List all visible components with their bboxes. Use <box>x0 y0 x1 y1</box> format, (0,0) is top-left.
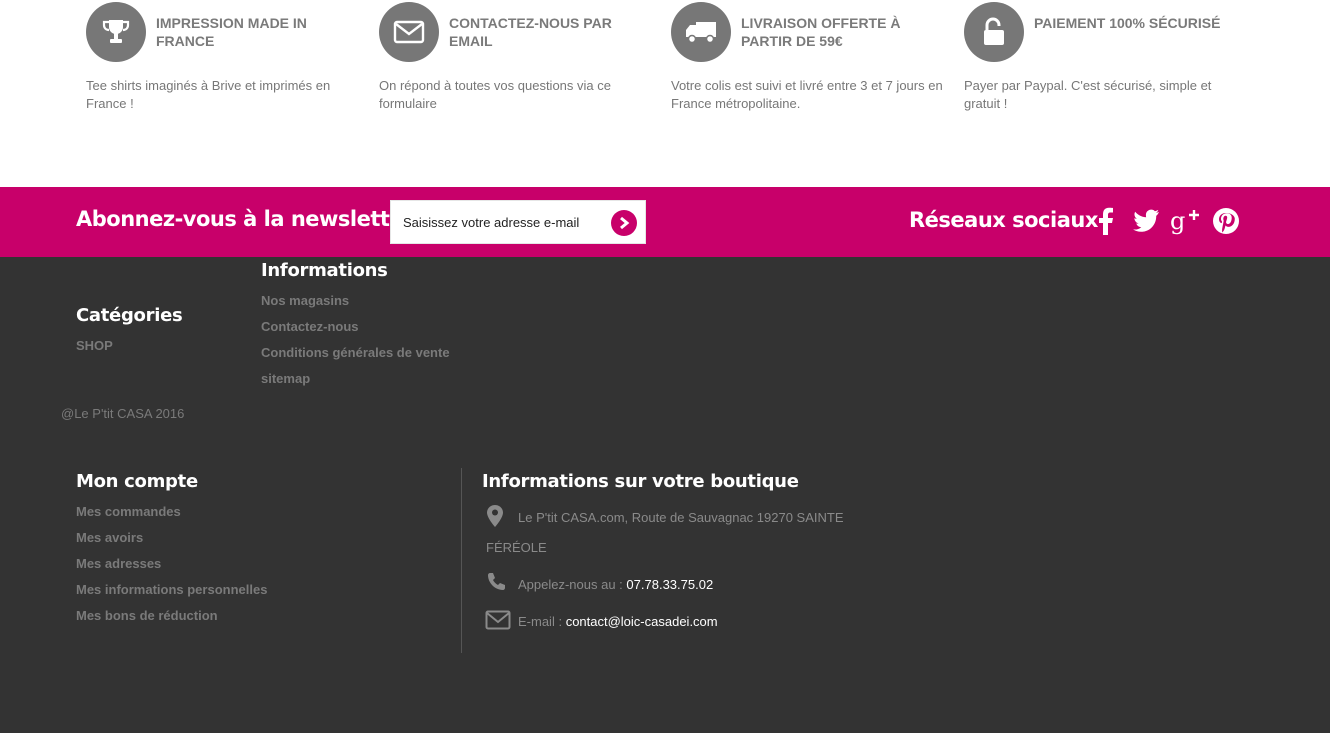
reassurance-section: IMPRESSION MADE IN FRANCE Tee shirts ima… <box>0 0 1330 187</box>
store-info-title: Informations sur votre boutique <box>482 471 799 492</box>
map-marker-icon <box>486 504 504 528</box>
social-title: Réseaux sociaux <box>909 208 1098 232</box>
divider <box>461 468 462 653</box>
envelope-icon <box>485 609 511 631</box>
footer-link-mes-adresses[interactable]: Mes adresses <box>76 556 161 571</box>
facebook-icon[interactable] <box>1091 206 1121 236</box>
footer-link-sitemap[interactable]: sitemap <box>261 371 310 386</box>
informations-title: Informations <box>261 260 388 281</box>
newsletter-title: Abonnez-vous à la newsletter <box>76 207 414 231</box>
categories-title: Catégories <box>76 305 183 326</box>
feature-description: Votre colis est suivi et livré entre 3 e… <box>671 78 943 111</box>
feature-description: Tee shirts imaginés à Brive et imprimés … <box>86 78 331 111</box>
footer-link-nos-magasins[interactable]: Nos magasins <box>261 293 349 308</box>
feature-title: PAIEMENT 100% SÉCURISÉ <box>1034 15 1221 31</box>
store-phone-line: Appelez-nous au : 07.78.33.75.02 <box>518 577 713 592</box>
email-label: E-mail : <box>518 614 563 629</box>
store-email-line: E-mail : contact@loic-casadei.com <box>518 614 718 629</box>
truck-icon <box>671 2 731 62</box>
svg-text:g: g <box>1170 207 1185 235</box>
pinterest-icon[interactable] <box>1211 206 1241 236</box>
trophy-icon <box>86 2 146 62</box>
footer-link-shop[interactable]: SHOP <box>76 338 113 353</box>
footer-link-cgv[interactable]: Conditions générales de vente <box>261 345 450 360</box>
store-address-line1: Le P'tit CASA.com, Route de Sauvagnac 19… <box>518 510 844 525</box>
feature-title: LIVRAISON OFFERTE À PARTIR DE 59€ <box>741 15 901 49</box>
footer-link-mes-bons[interactable]: Mes bons de réduction <box>76 608 218 623</box>
unlock-icon <box>964 2 1024 62</box>
google-plus-icon[interactable]: g <box>1170 206 1200 236</box>
newsletter-email-input[interactable] <box>403 213 603 231</box>
account-title[interactable]: Mon compte <box>76 471 198 492</box>
copyright: @Le P'tit CASA 2016 <box>61 406 185 421</box>
feature-title: CONTACTEZ-NOUS PAR EMAIL <box>449 15 612 49</box>
newsletter-bar: Abonnez-vous à la newsletter Réseaux soc… <box>0 187 1330 257</box>
store-address-line2: FÉRÉOLE <box>486 540 547 555</box>
newsletter-form <box>390 200 646 244</box>
phone-label: Appelez-nous au : <box>518 577 623 592</box>
email-link[interactable]: contact@loic-casadei.com <box>566 614 718 629</box>
feature-description: Payer par Paypal. C'est sécurisé, simple… <box>964 78 1212 111</box>
footer-link-mes-informations[interactable]: Mes informations personnelles <box>76 582 267 597</box>
feature-title: IMPRESSION MADE IN FRANCE <box>156 15 307 49</box>
feature-description: On répond à toutes vos questions via ce … <box>379 78 611 111</box>
newsletter-submit-button[interactable] <box>611 210 637 236</box>
twitter-icon[interactable] <box>1131 206 1161 236</box>
footer-link-mes-commandes[interactable]: Mes commandes <box>76 504 181 519</box>
footer-link-mes-avoirs[interactable]: Mes avoirs <box>76 530 143 545</box>
phone-number[interactable]: 07.78.33.75.02 <box>626 577 713 592</box>
envelope-icon <box>379 2 439 62</box>
footer-link-contactez-nous[interactable]: Contactez-nous <box>261 319 359 334</box>
chevron-right-icon <box>620 216 630 230</box>
phone-icon <box>485 571 507 593</box>
footer: Informations Nos magasins Contactez-nous… <box>0 257 1330 733</box>
